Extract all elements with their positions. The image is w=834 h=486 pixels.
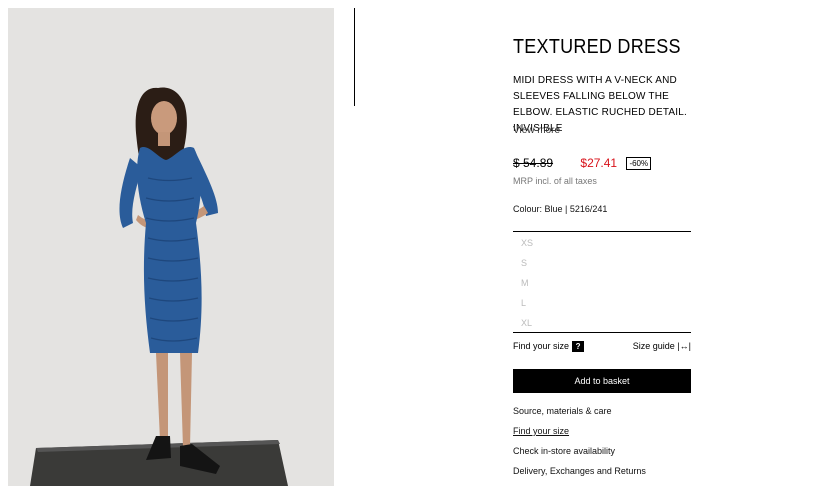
sale-price: $27.41 — [580, 156, 618, 170]
find-your-size-link[interactable]: Find your size — [513, 426, 569, 436]
store-availability-link[interactable]: Check in-store availability — [513, 446, 615, 456]
size-list: XS S M L XL — [513, 231, 691, 333]
view-more-link[interactable]: View more — [513, 125, 560, 136]
find-your-size-label: Find your size — [513, 341, 570, 351]
size-option-xs[interactable]: XS — [521, 238, 533, 248]
size-option-l[interactable]: L — [521, 298, 526, 308]
ruler-icon: |↔| — [677, 341, 691, 351]
divider-line — [354, 8, 355, 106]
tax-note: MRP incl. of all taxes — [513, 176, 597, 186]
product-photo[interactable] — [8, 8, 334, 486]
size-help-row: Find your size? Size guide |↔| — [513, 341, 691, 352]
size-guide-button[interactable]: Size guide |↔| — [633, 341, 691, 351]
size-option-xl[interactable]: XL — [521, 318, 532, 328]
colour-label: Colour: Blue | 5216/241 — [513, 204, 608, 214]
delivery-returns-link[interactable]: Delivery, Exchanges and Returns — [513, 466, 646, 476]
size-option-s[interactable]: S — [521, 258, 527, 268]
question-icon: ? — [572, 341, 585, 352]
product-title: TEXTURED DRESS — [513, 36, 681, 58]
size-option-m[interactable]: M — [521, 278, 529, 288]
old-price: $ 54.89 — [513, 156, 554, 170]
find-your-size-button[interactable]: Find your size? — [513, 341, 585, 352]
price-row: $ 54.89 $27.41 -60% — [513, 156, 652, 170]
add-to-basket-button[interactable]: Add to basket — [513, 369, 691, 393]
size-guide-label: Size guide — [632, 341, 675, 351]
discount-badge: -60% — [626, 157, 652, 170]
source-materials-link[interactable]: Source, materials & care — [513, 406, 612, 416]
